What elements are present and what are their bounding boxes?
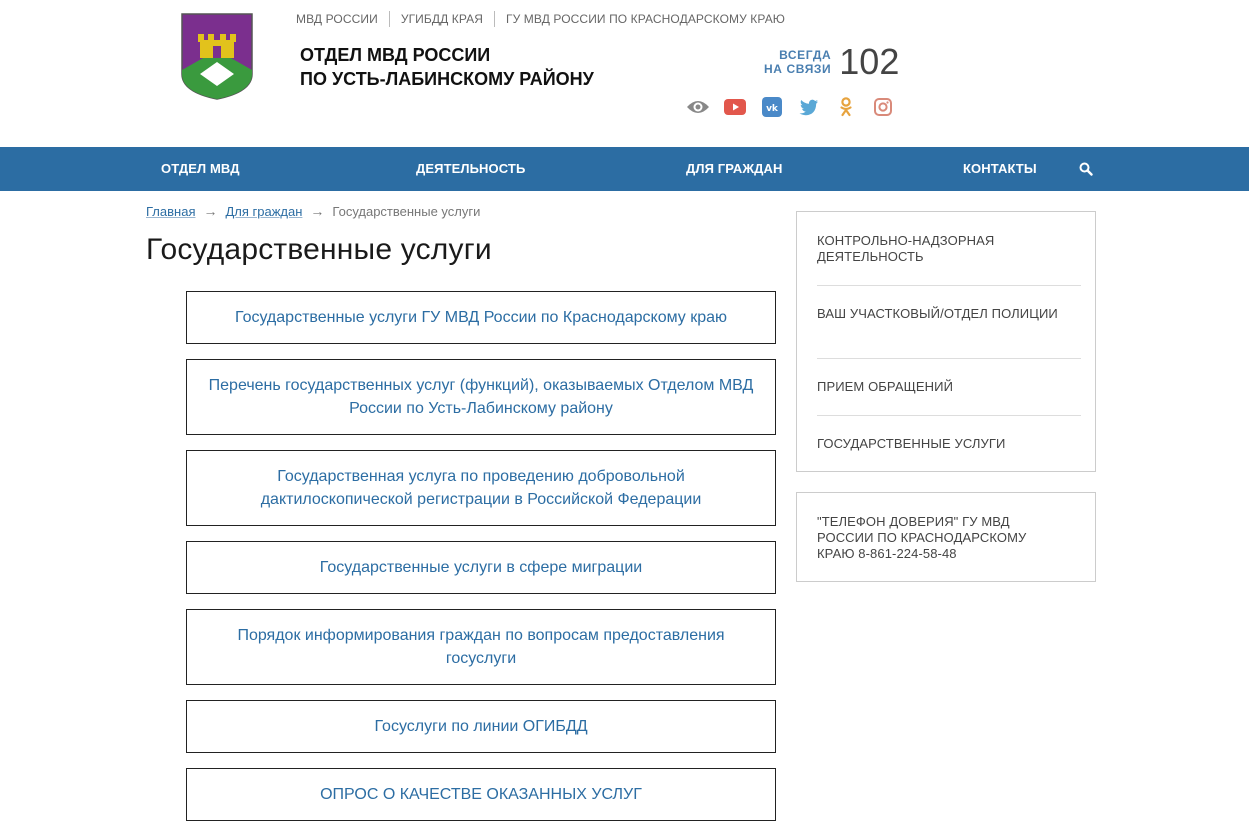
social-links: vk — [686, 96, 908, 118]
top-link-ugibdd[interactable]: УГИБДД края — [401, 12, 483, 26]
service-link-label: ОПРОС О КАЧЕСТВЕ ОКАЗАННЫХ УСЛУГ — [320, 786, 642, 803]
breadcrumb-parent[interactable]: Для граждан — [225, 204, 302, 219]
breadcrumb-home[interactable]: Главная — [146, 204, 195, 219]
service-link-quality-survey[interactable]: ОПРОС О КАЧЕСТВЕ ОКАЗАННЫХ УСЛУГ — [186, 768, 776, 821]
instagram-icon[interactable] — [871, 96, 895, 118]
department-title[interactable]: Отдел МВД России по Усть-Лабинскому райо… — [300, 43, 594, 91]
service-link-label: Госуслуги по линии ОГИБДД — [374, 718, 588, 735]
hotline-label-line2: НА СВЯЗИ — [764, 62, 832, 76]
service-link-label: Государственная услуга по проведению доб… — [260, 468, 702, 508]
divider — [388, 11, 390, 27]
nav-item-otdel-mvd[interactable]: Отдел МВД — [161, 161, 240, 176]
service-link-migration[interactable]: Государственные услуги в сфере миграции — [186, 541, 776, 594]
service-link-ogibdd[interactable]: Госуслуги по линии ОГИБДД — [186, 700, 776, 753]
divider — [817, 358, 1081, 359]
service-link-dactyloscopy[interactable]: Государственная услуга по проведению доб… — [186, 450, 776, 526]
top-link-mvd[interactable]: МВД России — [296, 12, 378, 26]
youtube-icon[interactable] — [723, 96, 747, 118]
nav-item-activity[interactable]: Деятельность — [416, 161, 525, 176]
hotline-number: 102 — [839, 41, 900, 82]
trust-phone-text: "Телефон доверия" ГУ МВД России по Красн… — [817, 514, 1027, 561]
service-link-label: Порядок информирования граждан по вопрос… — [237, 627, 725, 667]
twitter-icon[interactable] — [797, 96, 821, 118]
service-link-list[interactable]: Перечень государственных услуг (функций)… — [186, 359, 776, 435]
site-header: МВД России УГИБДД края ГУ МВД России по … — [0, 0, 1249, 147]
sidebar-item-control[interactable]: Контрольно-надзорная деятельность — [817, 233, 1081, 265]
nav-item-contacts[interactable]: Контакты — [963, 161, 1037, 176]
top-links: МВД России УГИБДД края ГУ МВД России по … — [296, 11, 785, 27]
sidebar-item-appeals[interactable]: Прием обращений — [817, 379, 1081, 395]
hotline-label: ВСЕГДА НА СВЯЗИ — [764, 48, 831, 76]
divider — [494, 11, 496, 27]
svg-text:vk: vk — [766, 104, 779, 114]
eye-icon[interactable] — [686, 96, 710, 118]
sidebar-menu: Контрольно-надзорная деятельность Ваш уч… — [796, 211, 1096, 472]
breadcrumb-current: Государственные услуги — [332, 203, 481, 219]
emblem-logo[interactable] — [180, 12, 254, 100]
department-title-line1: Отдел МВД России — [300, 45, 491, 65]
odnoklassniki-icon[interactable] — [834, 96, 858, 118]
department-title-line2: по Усть-Лабинскому району — [300, 69, 594, 89]
sidebar-item-gov-services[interactable]: Государственные услуги — [817, 436, 1081, 452]
arrow-right-icon: → — [203, 203, 218, 219]
vk-icon[interactable]: vk — [760, 96, 784, 118]
hotline-label-line1: ВСЕГДА — [779, 48, 832, 62]
divider — [817, 415, 1081, 416]
search-icon[interactable] — [1079, 162, 1093, 176]
nav-item-for-citizens[interactable]: Для граждан — [686, 161, 783, 176]
sidebar-item-uchastkovy[interactable]: Ваш участковый/Отдел полиции — [817, 306, 1081, 322]
service-link-gu-mvd[interactable]: Государственные услуги ГУ МВД России по … — [186, 291, 776, 344]
service-link-info-order[interactable]: Порядок информирования граждан по вопрос… — [186, 609, 776, 685]
sidebar-trust-phone[interactable]: "Телефон доверия" ГУ МВД России по Красн… — [796, 492, 1096, 582]
service-link-label: Перечень государственных услуг (функций)… — [208, 377, 754, 417]
divider — [817, 285, 1081, 286]
breadcrumb: Главная → Для граждан → Государственные … — [146, 203, 480, 219]
service-link-label: Государственные услуги ГУ МВД России по … — [234, 309, 728, 326]
hotline: ВСЕГДА НА СВЯЗИ 102 — [764, 44, 899, 80]
main-nav: Отдел МВД Деятельность Для граждан Конта… — [0, 147, 1249, 191]
top-link-gu-mvd[interactable]: ГУ МВД России по Краснодарскому краю — [506, 12, 785, 26]
arrow-right-icon: → — [310, 203, 325, 219]
service-link-label: Государственные услуги в сфере миграции — [319, 559, 643, 576]
page-title: Государственные услуги — [146, 233, 492, 266]
